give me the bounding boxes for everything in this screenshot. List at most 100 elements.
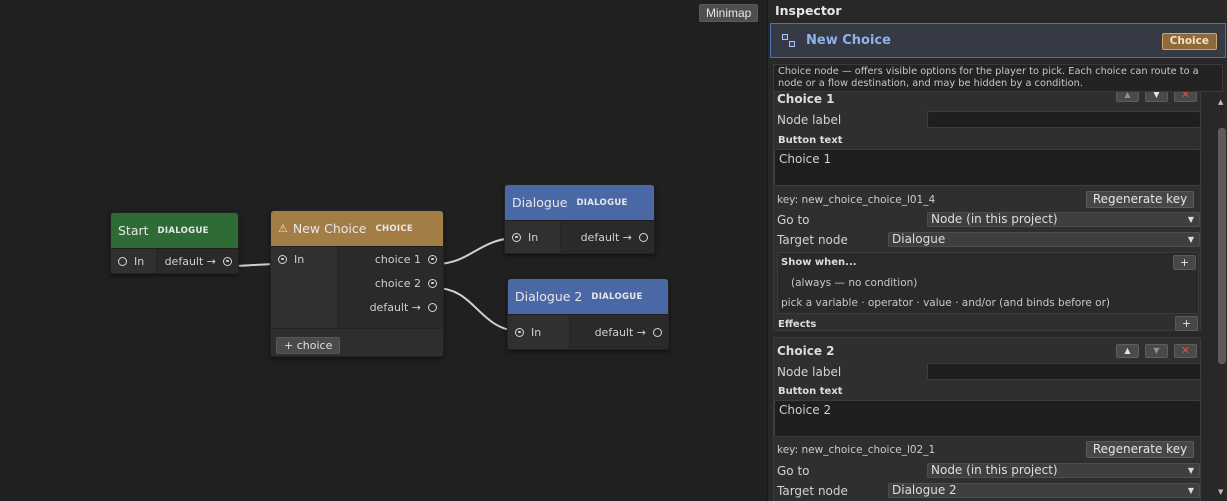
scrollbar-thumb[interactable] xyxy=(1218,128,1226,364)
port-dot-icon[interactable] xyxy=(512,232,521,242)
port-out-default[interactable]: default → xyxy=(157,249,238,273)
show-when-label: Show when... xyxy=(781,257,857,268)
inspector-node-name: New Choice xyxy=(806,33,891,48)
goto-value: Node (in this project) xyxy=(931,212,1058,226)
port-in[interactable]: In xyxy=(505,225,560,249)
scroll-down-icon[interactable]: ▼ xyxy=(1218,488,1223,496)
scroll-up-icon[interactable]: ▲ xyxy=(1218,98,1223,106)
minimap-button[interactable]: Minimap xyxy=(699,4,759,22)
node-label-label: Node label xyxy=(777,365,842,379)
regenerate-key-button[interactable]: Regenerate key xyxy=(1086,191,1194,208)
node-label-input[interactable] xyxy=(927,111,1201,128)
node-title: New Choice xyxy=(292,221,367,236)
port-label: In xyxy=(294,252,305,266)
choice-panel-1: Choice 1 ▲ ▼ ✕ Node label Button text Ch… xyxy=(773,92,1201,331)
port-out-choice-2[interactable]: choice 2 xyxy=(338,271,443,295)
move-up-button[interactable]: ▲ xyxy=(1116,344,1139,358)
port-dot-icon[interactable] xyxy=(118,256,127,266)
chevron-down-icon: ▼ xyxy=(1187,466,1194,475)
port-dot-icon[interactable] xyxy=(428,254,437,264)
port-label: choice 1 xyxy=(374,252,421,266)
node-type-badge: Choice xyxy=(1161,33,1217,50)
port-label: default → xyxy=(580,230,632,244)
port-label: default → xyxy=(594,325,646,339)
node-label-input[interactable] xyxy=(927,363,1201,380)
port-dot-icon[interactable] xyxy=(223,256,232,266)
node-header[interactable]: Dialogue 2 DIALOGUE xyxy=(508,279,668,315)
node-start[interactable]: Start DIALOGUE In default → xyxy=(110,212,239,274)
effects-label: Effects xyxy=(778,319,817,330)
node-title: Start xyxy=(118,223,149,238)
goto-value: Node (in this project) xyxy=(931,463,1058,477)
choice-panel-2: Choice 2 ▲ ▼ ✕ Node label Button text Ch… xyxy=(773,337,1201,501)
choice-title: Choice 1 xyxy=(777,92,835,106)
add-effect-button[interactable]: + xyxy=(1175,316,1198,331)
port-dot-icon[interactable] xyxy=(653,327,662,337)
node-header[interactable]: Dialogue DIALOGUE xyxy=(505,185,654,221)
port-out-default[interactable]: default → xyxy=(561,225,654,249)
goto-label: Go to xyxy=(777,464,810,478)
chevron-down-icon: ▼ xyxy=(1187,486,1194,495)
port-dot-icon[interactable] xyxy=(515,327,524,337)
move-up-button[interactable]: ▲ xyxy=(1116,92,1139,102)
node-header[interactable]: Start DIALOGUE xyxy=(111,213,238,249)
port-label: choice 2 xyxy=(374,276,421,290)
port-dot-icon[interactable] xyxy=(278,254,287,264)
port-label: In xyxy=(531,325,542,339)
delete-choice-button[interactable]: ✕ xyxy=(1174,344,1197,358)
target-node-label: Target node xyxy=(777,233,848,247)
node-type: CHOICE xyxy=(375,223,414,234)
node-dialogue-2[interactable]: Dialogue 2 DIALOGUE In default → xyxy=(507,278,669,350)
add-choice-button[interactable]: + choice xyxy=(276,337,341,354)
port-in[interactable]: In xyxy=(111,249,156,273)
goto-select[interactable]: Node (in this project) ▼ xyxy=(927,463,1200,478)
warning-icon: ⚠ xyxy=(278,222,288,235)
port-label: default → xyxy=(369,300,421,314)
port-dot-icon[interactable] xyxy=(639,232,648,242)
inspector-scroll-area[interactable]: Choice 1 ▲ ▼ ✕ Node label Button text Ch… xyxy=(768,92,1216,501)
node-header[interactable]: ⚠ New Choice CHOICE xyxy=(271,211,443,247)
graph-canvas[interactable]: Minimap Start DIALOGUE In default → ⚠ Ne… xyxy=(0,0,767,501)
node-type: DIALOGUE xyxy=(591,291,643,302)
help-text: Choice node — offers visible options for… xyxy=(773,64,1223,92)
port-out-default[interactable]: default → xyxy=(338,295,443,319)
node-title: Dialogue 2 xyxy=(515,289,583,304)
node-graph-icon xyxy=(782,33,796,48)
inspector-scrollbar[interactable]: ▲ ▼ xyxy=(1217,92,1227,501)
node-type: DIALOGUE xyxy=(157,225,209,236)
inspector-title: Inspector xyxy=(775,3,842,18)
port-dot-icon[interactable] xyxy=(428,302,437,312)
button-text-input[interactable]: Choice 1 xyxy=(774,149,1201,186)
port-out-default[interactable]: default → xyxy=(570,320,668,344)
goto-select[interactable]: Node (in this project) ▼ xyxy=(927,212,1200,227)
node-new-choice[interactable]: ⚠ New Choice CHOICE In choice 1 choice 2… xyxy=(270,210,444,357)
target-node-select[interactable]: Dialogue ▼ xyxy=(888,232,1200,247)
delete-choice-button[interactable]: ✕ xyxy=(1174,92,1197,102)
button-text-label: Button text xyxy=(778,386,843,397)
move-down-button[interactable]: ▼ xyxy=(1145,344,1168,358)
condition-text: (always — no condition) xyxy=(791,277,918,289)
port-in[interactable]: In xyxy=(508,320,569,344)
choice-title: Choice 2 xyxy=(777,344,835,358)
target-node-select[interactable]: Dialogue 2 ▼ xyxy=(888,483,1200,498)
inspector-panel: Inspector New Choice Choice Choice node … xyxy=(767,0,1227,501)
target-node-label: Target node xyxy=(777,484,848,498)
target-node-value: Dialogue xyxy=(892,232,946,246)
key-text: key: new_choice_choice_l01_4 xyxy=(777,194,936,206)
show-when-box: Show when... + (always — no condition) p… xyxy=(777,252,1199,314)
move-down-button[interactable]: ▼ xyxy=(1145,92,1168,102)
node-dialogue[interactable]: Dialogue DIALOGUE In default → xyxy=(504,184,655,254)
port-label: In xyxy=(134,254,145,268)
port-in[interactable]: In xyxy=(271,247,337,271)
port-dot-icon[interactable] xyxy=(428,278,437,288)
node-title: Dialogue xyxy=(512,195,568,210)
port-out-choice-1[interactable]: choice 1 xyxy=(338,247,443,271)
inspector-node-header: New Choice Choice xyxy=(770,23,1226,58)
target-node-value: Dialogue 2 xyxy=(892,483,957,497)
node-label-label: Node label xyxy=(777,113,842,127)
chevron-down-icon: ▼ xyxy=(1187,235,1194,244)
regenerate-key-button[interactable]: Regenerate key xyxy=(1086,441,1194,458)
node-type: DIALOGUE xyxy=(576,197,628,208)
add-condition-button[interactable]: + xyxy=(1173,255,1196,270)
button-text-input[interactable]: Choice 2 xyxy=(774,400,1201,437)
